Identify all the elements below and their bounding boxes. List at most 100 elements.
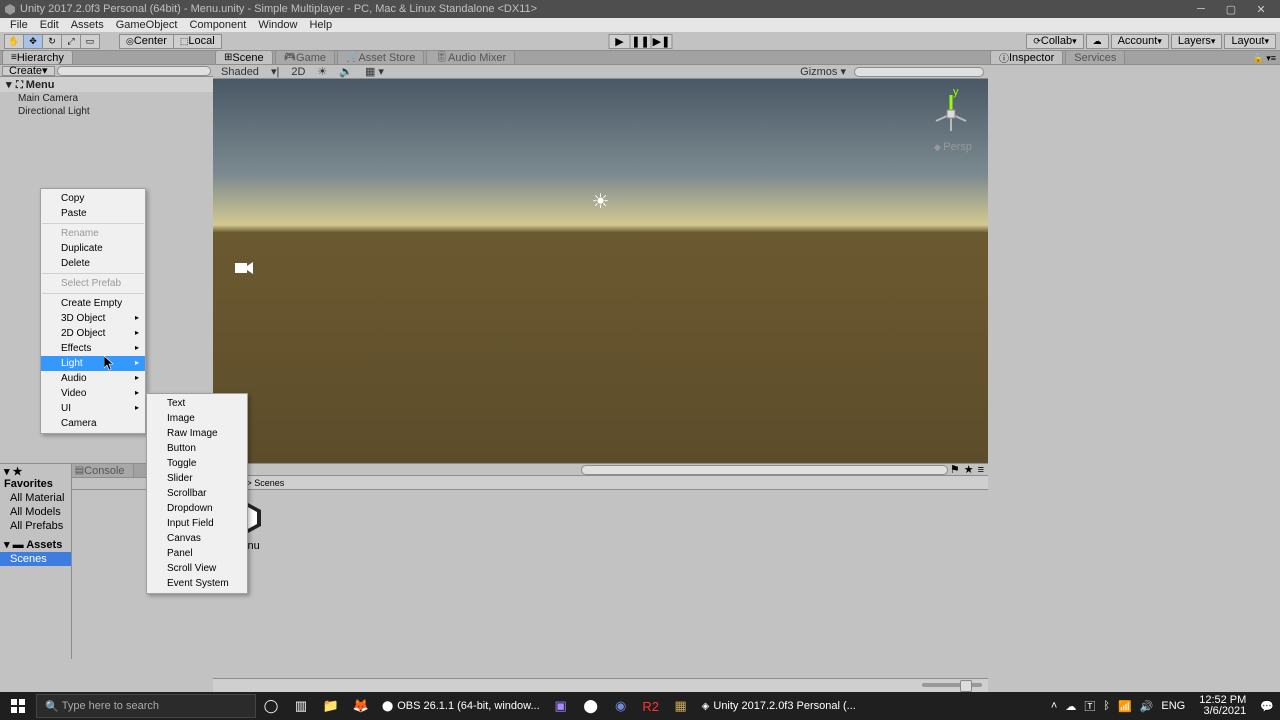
project-breadcrumb[interactable]: Assets > Scenes bbox=[213, 476, 988, 490]
hierarchy-item[interactable]: Directional Light bbox=[0, 105, 213, 118]
app-icon-2[interactable]: R2 bbox=[636, 692, 666, 720]
steam-icon[interactable]: ⬤ bbox=[576, 692, 606, 720]
ctx-ui[interactable]: UI bbox=[41, 401, 145, 416]
sub-dropdown[interactable]: Dropdown bbox=[147, 501, 247, 516]
hierarchy-create-dropdown[interactable]: Create ▾ bbox=[2, 66, 55, 76]
tray-temp-icon[interactable]: 🅃 bbox=[1084, 698, 1095, 714]
tray-bluetooth-icon[interactable]: ᛒ bbox=[1103, 700, 1110, 712]
ctx-light[interactable]: Light bbox=[41, 356, 145, 371]
ctx-effects[interactable]: Effects bbox=[41, 341, 145, 356]
project-zoom-slider[interactable] bbox=[922, 683, 982, 687]
gizmos-dropdown[interactable]: Gizmos ▾ bbox=[796, 65, 850, 78]
sub-scroll-view[interactable]: Scroll View bbox=[147, 561, 247, 576]
step-button[interactable]: ▶❚ bbox=[651, 34, 673, 49]
layers-dropdown[interactable]: Layers ▾ bbox=[1171, 34, 1223, 49]
project-star-icon[interactable]: ★ bbox=[962, 463, 976, 476]
tray-chevron-icon[interactable]: ˄ bbox=[1051, 700, 1057, 712]
rotate-tool[interactable]: ↻ bbox=[42, 34, 62, 49]
tab-console[interactable]: ▤ Console bbox=[66, 463, 134, 477]
project-grid[interactable]: Menu bbox=[213, 490, 988, 678]
space-toggle[interactable]: ⬚ Local bbox=[173, 34, 222, 49]
play-button[interactable]: ▶ bbox=[609, 34, 631, 49]
ctx-video[interactable]: Video bbox=[41, 386, 145, 401]
menu-edit[interactable]: Edit bbox=[34, 19, 65, 31]
project-filter-icon[interactable]: ⚑ bbox=[948, 463, 962, 476]
project-menu-icon[interactable]: ≡ bbox=[976, 464, 986, 476]
ctx-delete[interactable]: Delete bbox=[41, 256, 145, 271]
sub-text[interactable]: Text bbox=[147, 396, 247, 411]
hierarchy-item[interactable]: Main Camera bbox=[0, 92, 213, 105]
maximize-button[interactable]: ▢ bbox=[1216, 0, 1246, 18]
tab-inspector[interactable]: ⓘ Inspector bbox=[990, 50, 1063, 64]
scene-search[interactable] bbox=[854, 67, 984, 77]
tab-scene[interactable]: ⊞ Scene bbox=[215, 50, 273, 64]
sub-toggle[interactable]: Toggle bbox=[147, 456, 247, 471]
taskbar-clock[interactable]: 12:52 PM 3/6/2021 bbox=[1193, 695, 1252, 717]
app-icon-3[interactable]: ▦ bbox=[666, 692, 696, 720]
sub-event-system[interactable]: Event System bbox=[147, 576, 247, 591]
firefox-icon[interactable]: 🦊 bbox=[346, 692, 376, 720]
assets-folder-scenes[interactable]: Scenes bbox=[0, 552, 71, 566]
tab-asset-store[interactable]: 🛒 Asset Store bbox=[337, 50, 424, 64]
menu-help[interactable]: Help bbox=[303, 19, 338, 31]
sub-canvas[interactable]: Canvas bbox=[147, 531, 247, 546]
lighting-toggle[interactable]: ☀ bbox=[313, 65, 331, 78]
shading-dropdown[interactable]: Shaded bbox=[217, 66, 263, 78]
layout-dropdown[interactable]: Layout ▾ bbox=[1224, 34, 1276, 49]
favorite-item[interactable]: All Material bbox=[0, 491, 71, 505]
orientation-gizmo[interactable]: y bbox=[926, 89, 976, 139]
cloud-button[interactable]: ☁ bbox=[1086, 34, 1109, 49]
sub-scrollbar[interactable]: Scrollbar bbox=[147, 486, 247, 501]
obs-taskbar[interactable]: ⬤ OBS 26.1.1 (64-bit, window... bbox=[376, 692, 546, 720]
discord-icon[interactable]: ◉ bbox=[606, 692, 636, 720]
app-icon[interactable]: ▣ bbox=[546, 692, 576, 720]
ctx-paste[interactable]: Paste bbox=[41, 206, 145, 221]
audio-toggle[interactable]: 🔊 bbox=[335, 65, 357, 78]
tab-hierarchy[interactable]: ≡ Hierarchy bbox=[2, 50, 73, 64]
ctx-2d-object[interactable]: 2D Object bbox=[41, 326, 145, 341]
sub-input-field[interactable]: Input Field bbox=[147, 516, 247, 531]
scene-root[interactable]: ▾⛶ Menu bbox=[0, 77, 213, 92]
scene-view[interactable]: ☀ y ◆ Persp bbox=[213, 79, 988, 463]
ctx-create-empty[interactable]: Create Empty bbox=[41, 296, 145, 311]
tray-lang[interactable]: ENG bbox=[1161, 700, 1185, 712]
ctx-3d-object[interactable]: 3D Object bbox=[41, 311, 145, 326]
scale-tool[interactable]: ⤢ bbox=[61, 34, 81, 49]
rect-tool[interactable]: ▭ bbox=[80, 34, 100, 49]
menu-gameobject[interactable]: GameObject bbox=[110, 19, 184, 31]
explorer-icon[interactable]: 📁 bbox=[316, 692, 346, 720]
2d-toggle[interactable]: 2D bbox=[287, 66, 309, 78]
favorite-item[interactable]: All Models bbox=[0, 505, 71, 519]
pause-button[interactable]: ❚❚ bbox=[630, 34, 652, 49]
ctx-audio[interactable]: Audio bbox=[41, 371, 145, 386]
sub-slider[interactable]: Slider bbox=[147, 471, 247, 486]
inspector-lock-icon[interactable]: 🔒 ▾≡ bbox=[1249, 53, 1280, 64]
favorites-header[interactable]: ▾ ★ Favorites bbox=[0, 464, 71, 491]
start-button[interactable] bbox=[0, 692, 36, 720]
sub-image[interactable]: Image bbox=[147, 411, 247, 426]
minimize-button[interactable]: ─ bbox=[1186, 0, 1216, 18]
tab-game[interactable]: 🎮 Game bbox=[275, 50, 335, 64]
projection-label[interactable]: ◆ Persp bbox=[934, 141, 972, 153]
collab-dropdown[interactable]: ⟳ Collab ▾ bbox=[1026, 34, 1083, 49]
menu-component[interactable]: Component bbox=[183, 19, 252, 31]
tray-onedrive-icon[interactable]: ☁ bbox=[1065, 700, 1076, 713]
notifications-icon[interactable]: 💬 bbox=[1260, 700, 1274, 713]
project-search[interactable] bbox=[581, 465, 947, 475]
menu-assets[interactable]: Assets bbox=[65, 19, 110, 31]
cortana-icon[interactable]: ◯ bbox=[256, 692, 286, 720]
task-view-icon[interactable]: ▥ bbox=[286, 692, 316, 720]
sub-panel[interactable]: Panel bbox=[147, 546, 247, 561]
favorite-item[interactable]: All Prefabs bbox=[0, 519, 71, 533]
account-dropdown[interactable]: Account ▾ bbox=[1111, 34, 1169, 49]
hierarchy-search[interactable] bbox=[57, 66, 211, 76]
tray-volume-icon[interactable]: 🔊 bbox=[1140, 700, 1154, 713]
menu-window[interactable]: Window bbox=[252, 19, 303, 31]
sub-button[interactable]: Button bbox=[147, 441, 247, 456]
tab-services[interactable]: Services bbox=[1065, 50, 1125, 64]
ctx-camera[interactable]: Camera bbox=[41, 416, 145, 431]
assets-header[interactable]: ▾ ▬ Assets bbox=[0, 537, 71, 552]
move-tool[interactable]: ✥ bbox=[23, 34, 43, 49]
taskbar-search[interactable]: 🔍 Type here to search bbox=[36, 694, 256, 718]
ctx-duplicate[interactable]: Duplicate bbox=[41, 241, 145, 256]
